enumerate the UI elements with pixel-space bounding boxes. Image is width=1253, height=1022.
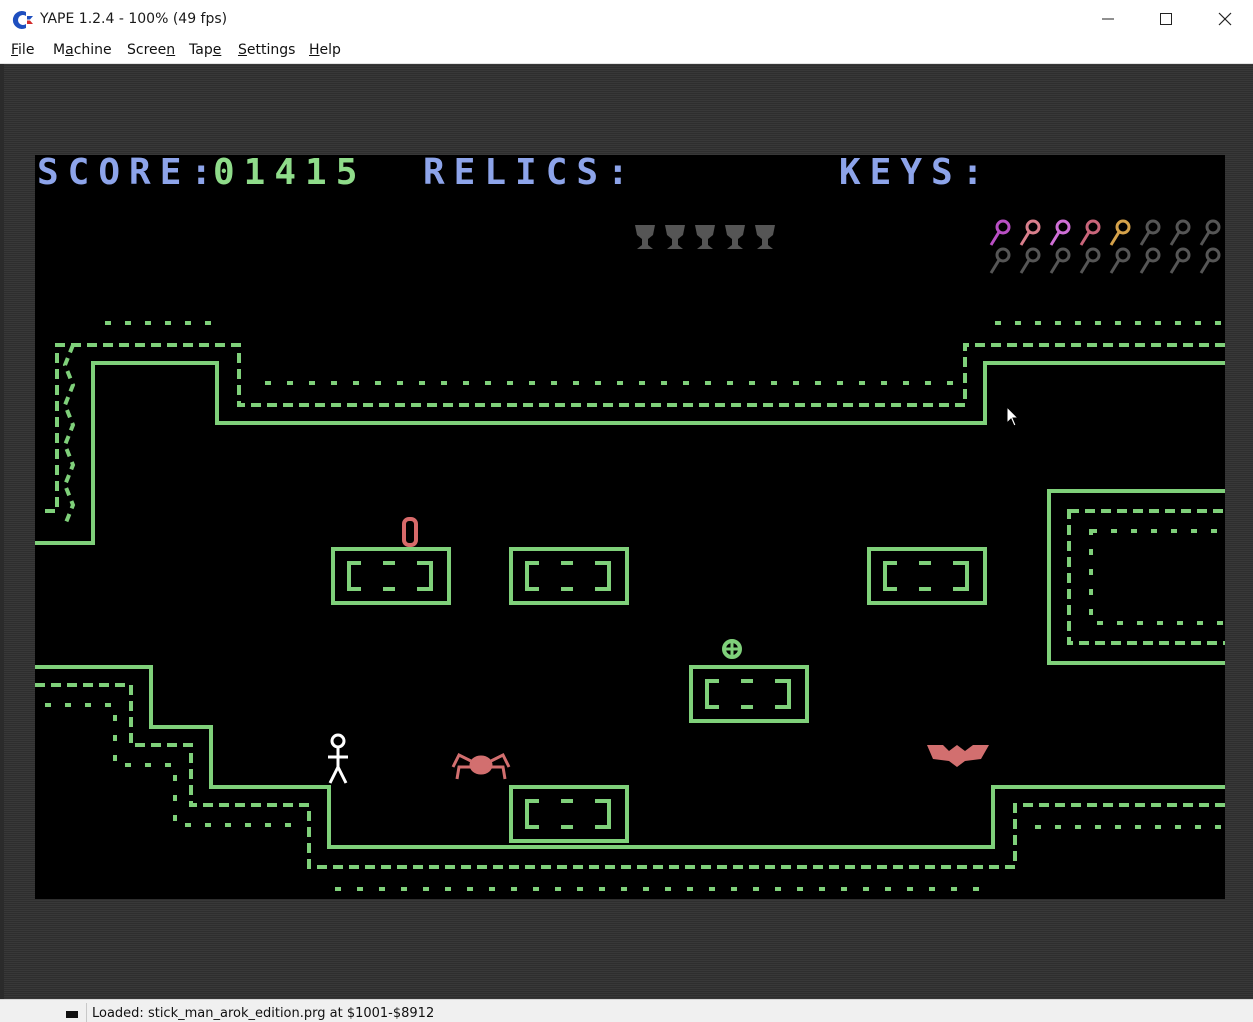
menu-tape-mnemonic: e	[212, 42, 222, 58]
platforms	[331, 547, 987, 843]
menu-file-rest: ile	[18, 42, 35, 58]
menu-settings-rest: ettings	[246, 42, 296, 58]
menu-machine[interactable]: Machine	[51, 38, 114, 63]
menu-settings-mnemonic: S	[238, 42, 247, 58]
relic-icon	[665, 225, 685, 249]
ceiling-inner-line	[35, 361, 1225, 545]
status-bar: Loaded: stick_man_arok_edition.prg at $1…	[0, 999, 1253, 1022]
menu-machine-rest: chine	[73, 42, 112, 58]
brick-platform	[331, 547, 451, 605]
window-title: YAPE 1.2.4 - 100% (49 fps)	[40, 11, 228, 27]
right-chamber-outer	[1047, 489, 1225, 665]
key-icon	[1139, 247, 1161, 274]
stickman-player	[328, 733, 348, 784]
maximize-icon	[1160, 13, 1172, 25]
menu-screen-mnemonic: n	[166, 42, 176, 58]
maximize-button[interactable]	[1137, 0, 1195, 38]
relic-icon	[755, 225, 775, 249]
bat-enemy	[927, 745, 989, 767]
key-icon	[1169, 219, 1191, 246]
menu-help-rest: elp	[319, 42, 341, 58]
menu-file-mnemonic: F	[11, 42, 19, 58]
menu-help-mnemonic: H	[309, 42, 320, 58]
key-icon	[1079, 219, 1101, 246]
status-text: Loaded: stick_man_arok_edition.prg at $1…	[92, 1006, 435, 1021]
ceiling-outer-line	[45, 343, 1225, 513]
menu-tape[interactable]: Tape	[187, 38, 223, 63]
key-icon	[1139, 219, 1161, 246]
key-icon	[1109, 219, 1131, 246]
key-icon	[1049, 247, 1071, 274]
menu-help[interactable]: Help	[307, 38, 343, 63]
mouse-pointer-icon	[1006, 406, 1020, 427]
menu-tape-pre: Tap	[189, 42, 213, 58]
keys-indicator	[989, 219, 1221, 274]
floor-line	[35, 665, 1225, 849]
floor-outer-line	[35, 683, 1225, 869]
red-key-item	[402, 517, 418, 547]
menu-screen[interactable]: Screen	[125, 38, 177, 63]
relics-indicator	[635, 225, 775, 249]
close-icon	[1218, 12, 1232, 26]
key-icon	[1109, 247, 1131, 274]
brick-platform	[509, 547, 629, 605]
relic-icon	[635, 225, 655, 249]
minimize-button[interactable]	[1079, 0, 1137, 38]
relic-icon	[725, 225, 745, 249]
key-icon	[1019, 219, 1041, 246]
key-icon	[1169, 247, 1191, 274]
close-button[interactable]	[1195, 0, 1253, 38]
key-icon	[1049, 219, 1071, 246]
yape-window: YAPE 1.2.4 - 100% (49 fps) File Machine …	[0, 0, 1253, 1022]
brick-platform	[867, 547, 987, 605]
relic-icon	[695, 225, 715, 249]
menu-file[interactable]: File	[9, 38, 36, 63]
key-icon	[1199, 247, 1221, 274]
title-bar[interactable]: YAPE 1.2.4 - 100% (49 fps)	[0, 0, 1253, 38]
menu-machine-pre: M	[53, 42, 66, 58]
menu-screen-pre: Scree	[127, 42, 167, 58]
brick-platform	[689, 665, 809, 723]
left-wall-zigzag	[62, 344, 76, 526]
right-chamber-dots	[1089, 529, 1225, 625]
minimize-icon	[1102, 18, 1114, 20]
menu-settings[interactable]: Settings	[236, 38, 297, 63]
key-icon	[1079, 247, 1101, 274]
status-divider	[86, 1003, 87, 1022]
menu-machine-mnemonic: a	[65, 42, 74, 58]
brick-platform	[509, 785, 629, 843]
key-icon	[1019, 247, 1041, 274]
orb-item	[722, 639, 742, 659]
key-icon	[989, 219, 1011, 246]
game-playfield	[35, 219, 1225, 891]
emulator-viewport[interactable]: SCORE: 01415 RELICS: KEYS:	[4, 64, 1253, 999]
key-icon	[1199, 219, 1221, 246]
tape-status-icon	[66, 1011, 78, 1018]
key-icon	[989, 247, 1011, 274]
commodore-logo-icon	[12, 11, 33, 29]
menu-bar: File Machine Screen Tape Settings Help	[0, 38, 1253, 64]
spider-enemy	[451, 752, 511, 780]
game-screen[interactable]: SCORE: 01415 RELICS: KEYS:	[35, 155, 1225, 899]
cave-walls	[35, 321, 1225, 891]
